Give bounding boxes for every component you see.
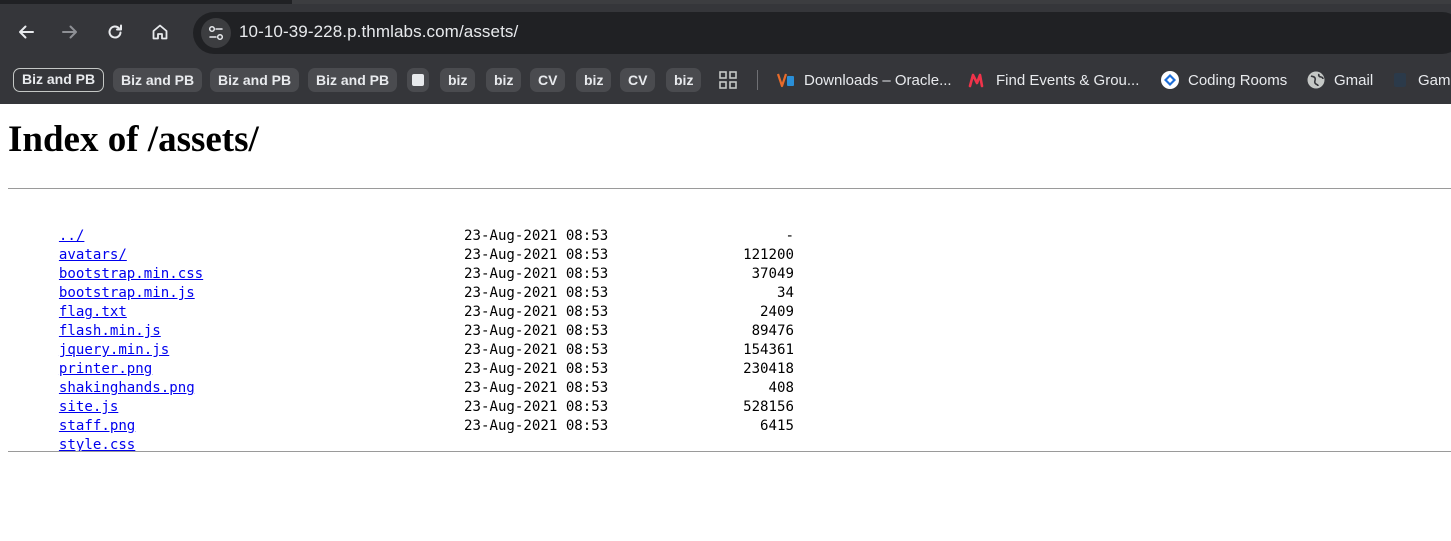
file-size: 89476 xyxy=(751,323,794,339)
browser-toolbar: 10-10-39-228.p.thmlabs.com/assets/ xyxy=(0,0,1451,58)
bookmark-label: Find Events & Grou... xyxy=(996,71,1140,89)
file-row: avatars/ 23-Aug-2021 08:53 - xyxy=(8,227,808,263)
file-size: - xyxy=(785,228,795,244)
file-row: bootstrap.min.js 23-Aug-2021 08:53 37049 xyxy=(8,265,808,301)
arrow-left-icon xyxy=(19,25,34,39)
site-info-button[interactable] xyxy=(201,18,231,48)
bookmark-folder-biz-and-pb[interactable]: Biz and PB xyxy=(113,68,203,92)
page-content: Index of /assets/ ../ avatars/ 23-Aug-20… xyxy=(0,104,1451,541)
bookmark-gam[interactable]: Gam xyxy=(1390,68,1451,92)
file-size: 34 xyxy=(777,285,794,301)
arrow-right-icon xyxy=(62,25,77,39)
file-date: 23-Aug-2021 08:53 xyxy=(464,418,609,434)
bookmark-coding-rooms[interactable]: Coding Rooms xyxy=(1160,68,1287,92)
reload-button[interactable] xyxy=(99,16,131,48)
bookmarks-divider xyxy=(757,70,758,90)
bookmark-folder-biz-and-pb[interactable]: Biz and PB xyxy=(210,68,300,92)
file-date: 23-Aug-2021 08:53 xyxy=(464,323,609,339)
bookmark-icon xyxy=(1390,70,1410,90)
file-size: 121200 xyxy=(743,247,794,263)
file-row: bootstrap.min.css 23-Aug-2021 08:53 1212… xyxy=(8,246,808,282)
file-row: site.js 23-Aug-2021 08:53 408 xyxy=(8,379,808,415)
oracle-icon xyxy=(776,70,796,90)
file-size: 2409 xyxy=(760,304,794,320)
globe-icon xyxy=(1306,70,1326,90)
file-row: staff.png 23-Aug-2021 08:53 528156 xyxy=(8,398,808,434)
bookmark-folder-biz[interactable]: biz xyxy=(666,68,702,92)
file-size: 230418 xyxy=(743,361,794,377)
folder-square-icon xyxy=(412,74,424,86)
bookmark-label: Coding Rooms xyxy=(1188,71,1288,89)
bookmark-downloads-oracle[interactable]: Downloads – Oracle... xyxy=(776,68,952,92)
bookmark-find-events[interactable]: Find Events & Grou... xyxy=(968,68,1139,92)
bookmark-folder-cv[interactable]: CV xyxy=(620,68,656,92)
file-row: flag.txt 23-Aug-2021 08:53 34 xyxy=(8,284,808,320)
apps-grid-icon[interactable] xyxy=(718,70,738,90)
file-date: 23-Aug-2021 08:53 xyxy=(464,228,609,244)
bookmark-folder-biz[interactable]: biz xyxy=(440,68,476,92)
bookmark-gmail[interactable]: Gmail xyxy=(1306,68,1373,92)
file-date: 23-Aug-2021 08:53 xyxy=(464,247,609,263)
home-button[interactable] xyxy=(144,16,176,48)
bookmark-label: Gam xyxy=(1418,71,1451,89)
bookmark-folder-biz[interactable]: biz xyxy=(576,68,612,92)
file-row: printer.png 23-Aug-2021 08:53 154361 xyxy=(8,341,808,377)
directory-listing: ../ avatars/ 23-Aug-2021 08:53 - bootstr… xyxy=(8,208,808,453)
bookmark-folder-biz[interactable]: biz xyxy=(486,68,522,92)
file-date: 23-Aug-2021 08:53 xyxy=(464,266,609,282)
forward-button[interactable] xyxy=(54,16,86,48)
file-date: 23-Aug-2021 08:53 xyxy=(464,285,609,301)
bookmark-folder-biz-and-pb[interactable]: Biz and PB xyxy=(308,68,398,92)
reload-icon xyxy=(108,24,122,39)
file-row: flash.min.js 23-Aug-2021 08:53 2409 xyxy=(8,303,808,339)
file-row: jquery.min.js 23-Aug-2021 08:53 89476 xyxy=(8,322,808,358)
tune-icon xyxy=(208,25,224,41)
top-divider xyxy=(8,188,1451,189)
file-size: 528156 xyxy=(743,399,794,415)
file-size: 6415 xyxy=(760,418,794,434)
parent-directory-row: ../ xyxy=(8,208,808,244)
file-date: 23-Aug-2021 08:53 xyxy=(464,304,609,320)
file-row: style.css 23-Aug-2021 08:53 6415 xyxy=(8,417,808,453)
file-date: 23-Aug-2021 08:53 xyxy=(464,399,609,415)
bookmark-folder-unnamed[interactable] xyxy=(407,68,429,92)
address-bar[interactable]: 10-10-39-228.p.thmlabs.com/assets/ xyxy=(193,12,1451,54)
url-text[interactable]: 10-10-39-228.p.thmlabs.com/assets/ xyxy=(239,22,518,42)
bookmark-folder-cv[interactable]: CV xyxy=(530,68,566,92)
bottom-divider xyxy=(8,451,1451,452)
coding-rooms-icon xyxy=(1160,70,1180,90)
bookmark-folder-biz-and-pb[interactable]: Biz and PB xyxy=(13,68,105,92)
bookmarks-bar: Biz and PB Biz and PB Biz and PB Biz and… xyxy=(0,58,1451,104)
file-size: 408 xyxy=(768,380,794,396)
home-icon xyxy=(152,24,168,40)
file-size: 37049 xyxy=(751,266,794,282)
file-date: 23-Aug-2021 08:53 xyxy=(464,380,609,396)
page-title: Index of /assets/ xyxy=(8,119,259,160)
file-row: shakinghands.png 23-Aug-2021 08:53 23041… xyxy=(8,360,808,396)
file-size: 154361 xyxy=(743,342,794,358)
file-date: 23-Aug-2021 08:53 xyxy=(464,361,609,377)
file-date: 23-Aug-2021 08:53 xyxy=(464,342,609,358)
bookmark-label: Gmail xyxy=(1334,71,1374,89)
meetup-icon xyxy=(968,70,988,90)
back-button[interactable] xyxy=(10,16,42,48)
tab-strip-edge xyxy=(0,0,1451,4)
bookmark-label: Downloads – Oracle... xyxy=(804,71,952,89)
